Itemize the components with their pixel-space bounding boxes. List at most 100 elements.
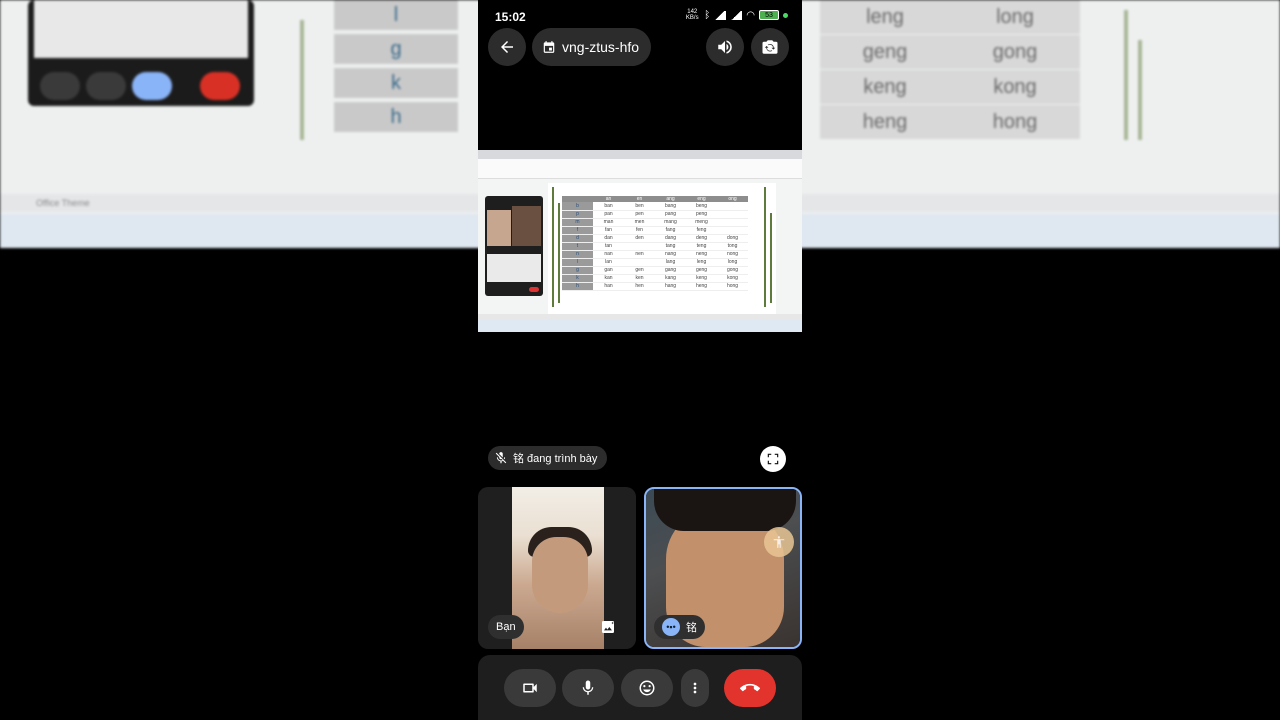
syllable-cell: hong	[717, 282, 748, 291]
table-row: t tan tang teng tong	[562, 242, 748, 251]
shared-window-titlebar	[478, 150, 802, 159]
syllable-cell: gang	[655, 266, 686, 275]
reactions-button[interactable]	[621, 669, 673, 707]
shared-taskbar	[478, 320, 802, 332]
initial-cell: d	[562, 234, 593, 243]
syllable-cell	[624, 258, 655, 267]
shared-meet-overlay	[485, 196, 543, 296]
syllable-cell: keng	[686, 274, 717, 283]
syllable-cell: fen	[624, 226, 655, 235]
background-meet-thumbnail	[28, 0, 254, 106]
initial-cell: t	[562, 242, 593, 251]
table-row: n nan nen nang neng nong	[562, 250, 748, 259]
microphone-icon	[582, 680, 594, 695]
syllable-cell: mang	[655, 218, 686, 227]
syllable-cell: dong	[717, 234, 748, 243]
syllable-cell: dang	[655, 234, 686, 243]
syllable-cell: ben	[624, 202, 655, 211]
syllable-cell: han	[593, 282, 624, 291]
syllable-cell	[717, 202, 748, 211]
syllable-cell: hang	[655, 282, 686, 291]
initial-cell: h	[562, 282, 593, 291]
camera-button[interactable]	[504, 669, 556, 707]
syllable-cell: kong	[717, 274, 748, 283]
mic-off-icon	[495, 452, 507, 464]
syllable-cell: pang	[655, 210, 686, 219]
initial-cell: b	[562, 202, 593, 211]
initial-cell: l	[562, 258, 593, 267]
table-row: h han hen hang heng hong	[562, 282, 748, 291]
pinyin-table: an en ang eng ong b ban ben bang beng p pan pen pang…	[562, 196, 748, 291]
syllable-cell: fang	[655, 226, 686, 235]
syllable-cell: meng	[686, 218, 717, 227]
effects-icon[interactable]	[600, 619, 618, 637]
initial-cell: n	[562, 250, 593, 259]
remote-name-chip: •▪• 铭	[654, 615, 705, 639]
presenting-chip: 铭 đang trình bày	[488, 446, 608, 470]
syllable-cell: teng	[686, 242, 717, 251]
battery-icon: 53	[759, 10, 779, 20]
shared-window-toolbar	[478, 159, 802, 179]
more-options-button[interactable]	[681, 669, 709, 707]
status-icons: 142 KB/s ᛒ ◠ 53	[684, 9, 788, 21]
call-control-bar	[478, 655, 802, 720]
syllable-cell: hen	[624, 282, 655, 291]
video-camera-icon	[523, 683, 537, 693]
syllable-cell: beng	[686, 202, 717, 211]
volume-icon	[718, 40, 732, 54]
fullscreen-icon	[767, 453, 779, 465]
syllable-cell: neng	[686, 250, 717, 259]
switch-camera-icon	[762, 40, 778, 54]
syllable-cell: kang	[655, 274, 686, 283]
bluetooth-icon: ᛒ	[704, 9, 711, 21]
status-time: 15:02	[495, 10, 526, 24]
table-row: k kan ken kang keng kong	[562, 274, 748, 283]
initial-cell: g	[562, 266, 593, 275]
meeting-info-chip[interactable]: vng-ztus-hfo	[532, 28, 652, 66]
syllable-cell: tang	[655, 242, 686, 251]
syllable-cell: pan	[593, 210, 624, 219]
fullscreen-button[interactable]	[760, 446, 786, 472]
signal-icon	[714, 10, 727, 20]
syllable-cell: nang	[655, 250, 686, 259]
syllable-cell	[624, 242, 655, 251]
initial-cell: p	[562, 210, 593, 219]
syllable-cell	[717, 218, 748, 227]
more-vertical-icon	[693, 682, 697, 694]
syllable-cell: feng	[686, 226, 717, 235]
shared-slide: an en ang eng ong b ban ben bang beng p pan pen pang…	[548, 183, 776, 314]
table-row: g gan gen gang geng gong	[562, 266, 748, 275]
syllable-cell: gen	[624, 266, 655, 275]
speaker-button[interactable]	[706, 28, 744, 66]
syllable-cell: tong	[717, 242, 748, 251]
table-row: l lan lang leng long	[562, 258, 748, 267]
initial-cell: f	[562, 226, 593, 235]
syllable-cell	[717, 210, 748, 219]
self-name-label: Bạn	[488, 615, 524, 639]
switch-camera-button[interactable]	[751, 28, 789, 66]
initial-cell: m	[562, 218, 593, 227]
syllable-cell: gong	[717, 266, 748, 275]
meeting-code: vng-ztus-hfo	[562, 39, 640, 55]
background-syllable-rows: leng long geng gong keng kong heng hong	[820, 0, 1080, 139]
syllable-cell: fan	[593, 226, 624, 235]
syllable-cell: nong	[717, 250, 748, 259]
table-row: b ban ben bang beng	[562, 202, 748, 211]
table-row: f fan fen fang feng	[562, 226, 748, 235]
end-call-button[interactable]	[724, 669, 776, 707]
microphone-button[interactable]	[562, 669, 614, 707]
syllable-cell: bang	[655, 202, 686, 211]
syllable-cell: man	[593, 218, 624, 227]
syllable-cell: dan	[593, 234, 624, 243]
signal-icon	[730, 10, 743, 20]
emoji-icon	[639, 680, 655, 696]
back-button[interactable]	[488, 28, 526, 66]
table-row: p pan pen pang peng	[562, 210, 748, 219]
shared-screen-view[interactable]: an en ang eng ong b ban ben bang beng p pan pen pang…	[478, 150, 802, 332]
accessibility-float-icon[interactable]	[764, 527, 794, 557]
syllable-cell: men	[624, 218, 655, 227]
syllable-cell: peng	[686, 210, 717, 219]
remote-name-label: 铭	[686, 622, 697, 634]
syllable-cell: heng	[686, 282, 717, 291]
syllable-cell: lan	[593, 258, 624, 267]
